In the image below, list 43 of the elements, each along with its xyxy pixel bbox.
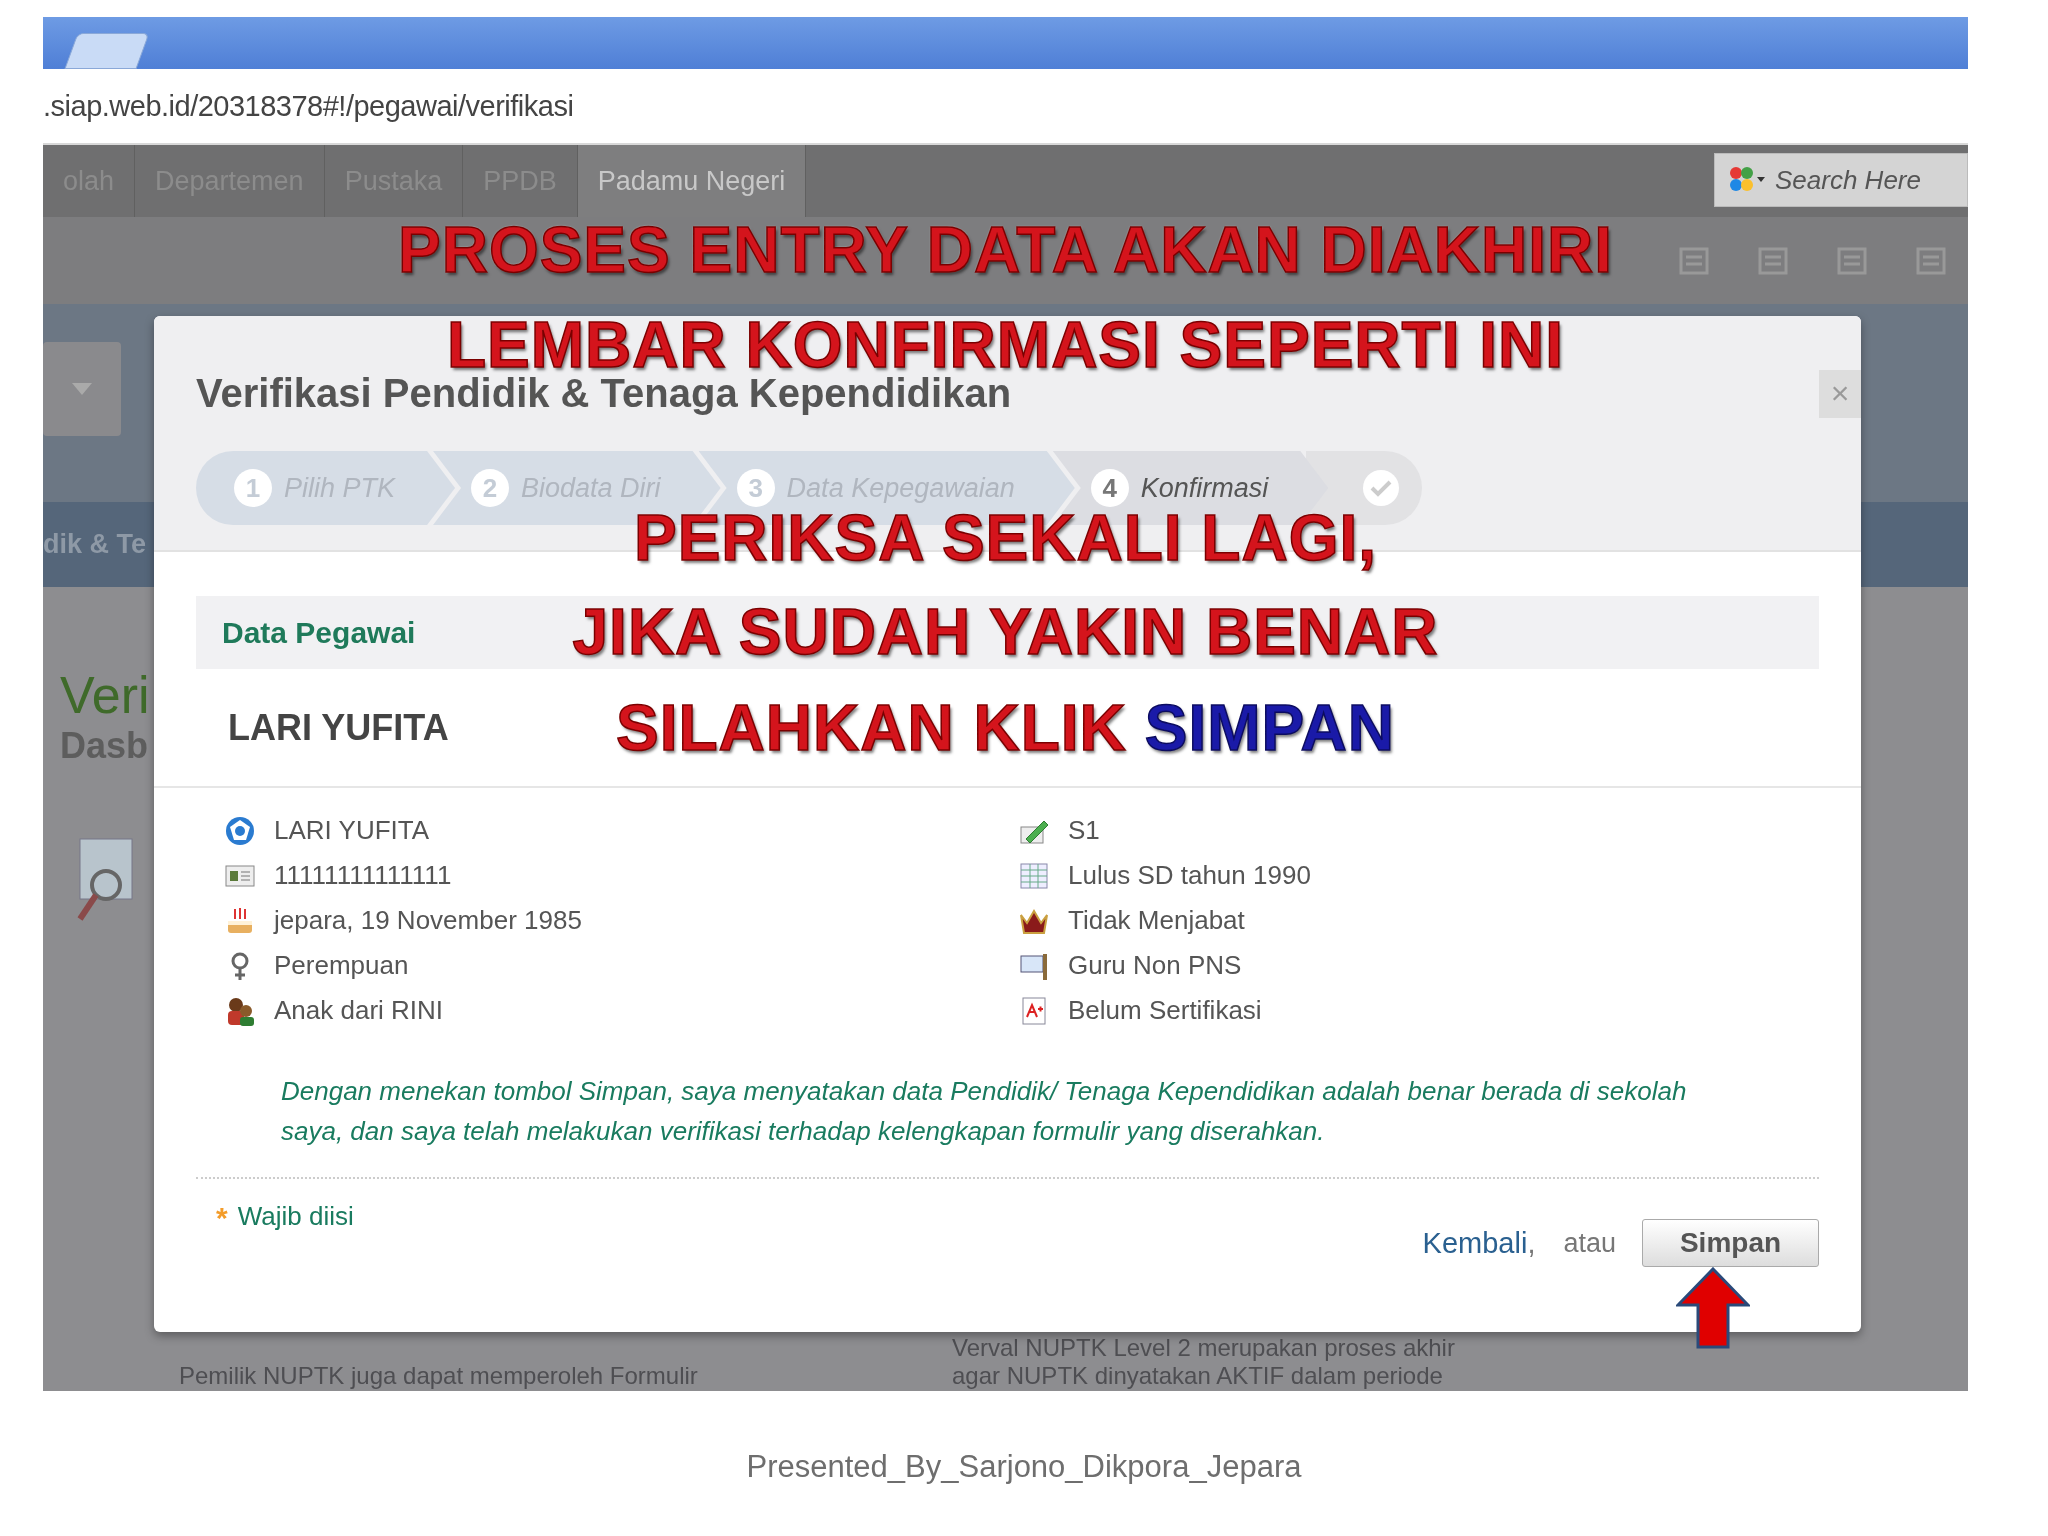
address-bar[interactable]: .siap.web.id/20318378#!/pegawai/verifikasi — [43, 89, 574, 123]
detail-text: jepara, 19 November 1985 — [274, 905, 582, 936]
detail-text: Tidak Menjabat — [1068, 905, 1245, 936]
detail-text: Anak dari RINI — [274, 995, 444, 1026]
search-field[interactable]: Search Here — [1714, 153, 1968, 207]
arrow-icon — [1676, 1267, 1750, 1349]
detail-text: Belum Sertifikasi — [1068, 995, 1262, 1026]
detail-text: Lulus SD tahun 1990 — [1068, 860, 1311, 891]
required-mark: * — [216, 1201, 228, 1235]
section-title: Data Pegawai — [222, 615, 416, 650]
step-number: 1 — [234, 469, 272, 507]
step-label: Konfirmasi — [1140, 472, 1269, 504]
step-number: 4 — [1090, 469, 1129, 507]
required-note: Wajib diisi — [237, 1201, 354, 1232]
annotation-text: SILAHKAN KLIK — [616, 693, 1127, 763]
background-text: agar NUPTK dinyatakan AKTIF dalam periode — [952, 1362, 1443, 1390]
emblem-icon — [224, 814, 256, 847]
employee-name: LARI YUFITA — [228, 706, 449, 749]
separator-text: , — [1527, 1226, 1536, 1260]
slide-caption: Presented_By_Sarjono_Dikpora_Jepara — [746, 1449, 1302, 1485]
save-button[interactable]: Simpan — [1642, 1219, 1819, 1267]
detail-text: LARI YUFITA — [274, 815, 430, 846]
statement-text: Dengan menekan tombol Simpan, saya menyatakan data Pendidik/ Tenaga Kependidikan adalah benar berada di sekolah saya, dan saya telah melakukan verifikasi terhadap kelengkapan formulir yang diserahkan. — [281, 1075, 1688, 1148]
dropdown-button[interactable] — [43, 342, 121, 436]
close-button[interactable]: × — [1819, 369, 1861, 418]
detail-text: 11111111111111 — [274, 860, 452, 891]
detail-text: Guru Non PNS — [1068, 950, 1242, 981]
back-link[interactable]: Kembali — [1422, 1226, 1528, 1260]
detail-text: S1 — [1068, 815, 1100, 846]
annotation-text: PROSES ENTRY DATA AKAN DIAKHIRI — [397, 215, 1614, 285]
background-text: Verval NUPTK Level 2 merupakan proses akhir — [952, 1334, 1455, 1362]
annotation-text: SIMPAN — [1144, 693, 1395, 763]
background-text: Pemilik NUPTK juga dapat memperoleh Formulir — [179, 1362, 698, 1390]
sidebar-label: dik & Te — [43, 529, 147, 560]
caret-icon — [72, 383, 92, 395]
page-heading: Veri — [60, 665, 150, 725]
or-text: atau — [1563, 1227, 1616, 1259]
step-number: 3 — [736, 469, 775, 507]
step-number: 2 — [471, 469, 510, 507]
check-icon — [1362, 469, 1401, 507]
annotation-text: JIKA SUDAH YAKIN BENAR — [572, 597, 1439, 667]
nav-item[interactable]: Padamu Negeri — [577, 145, 807, 217]
detail-text: Perempuan — [274, 950, 409, 981]
